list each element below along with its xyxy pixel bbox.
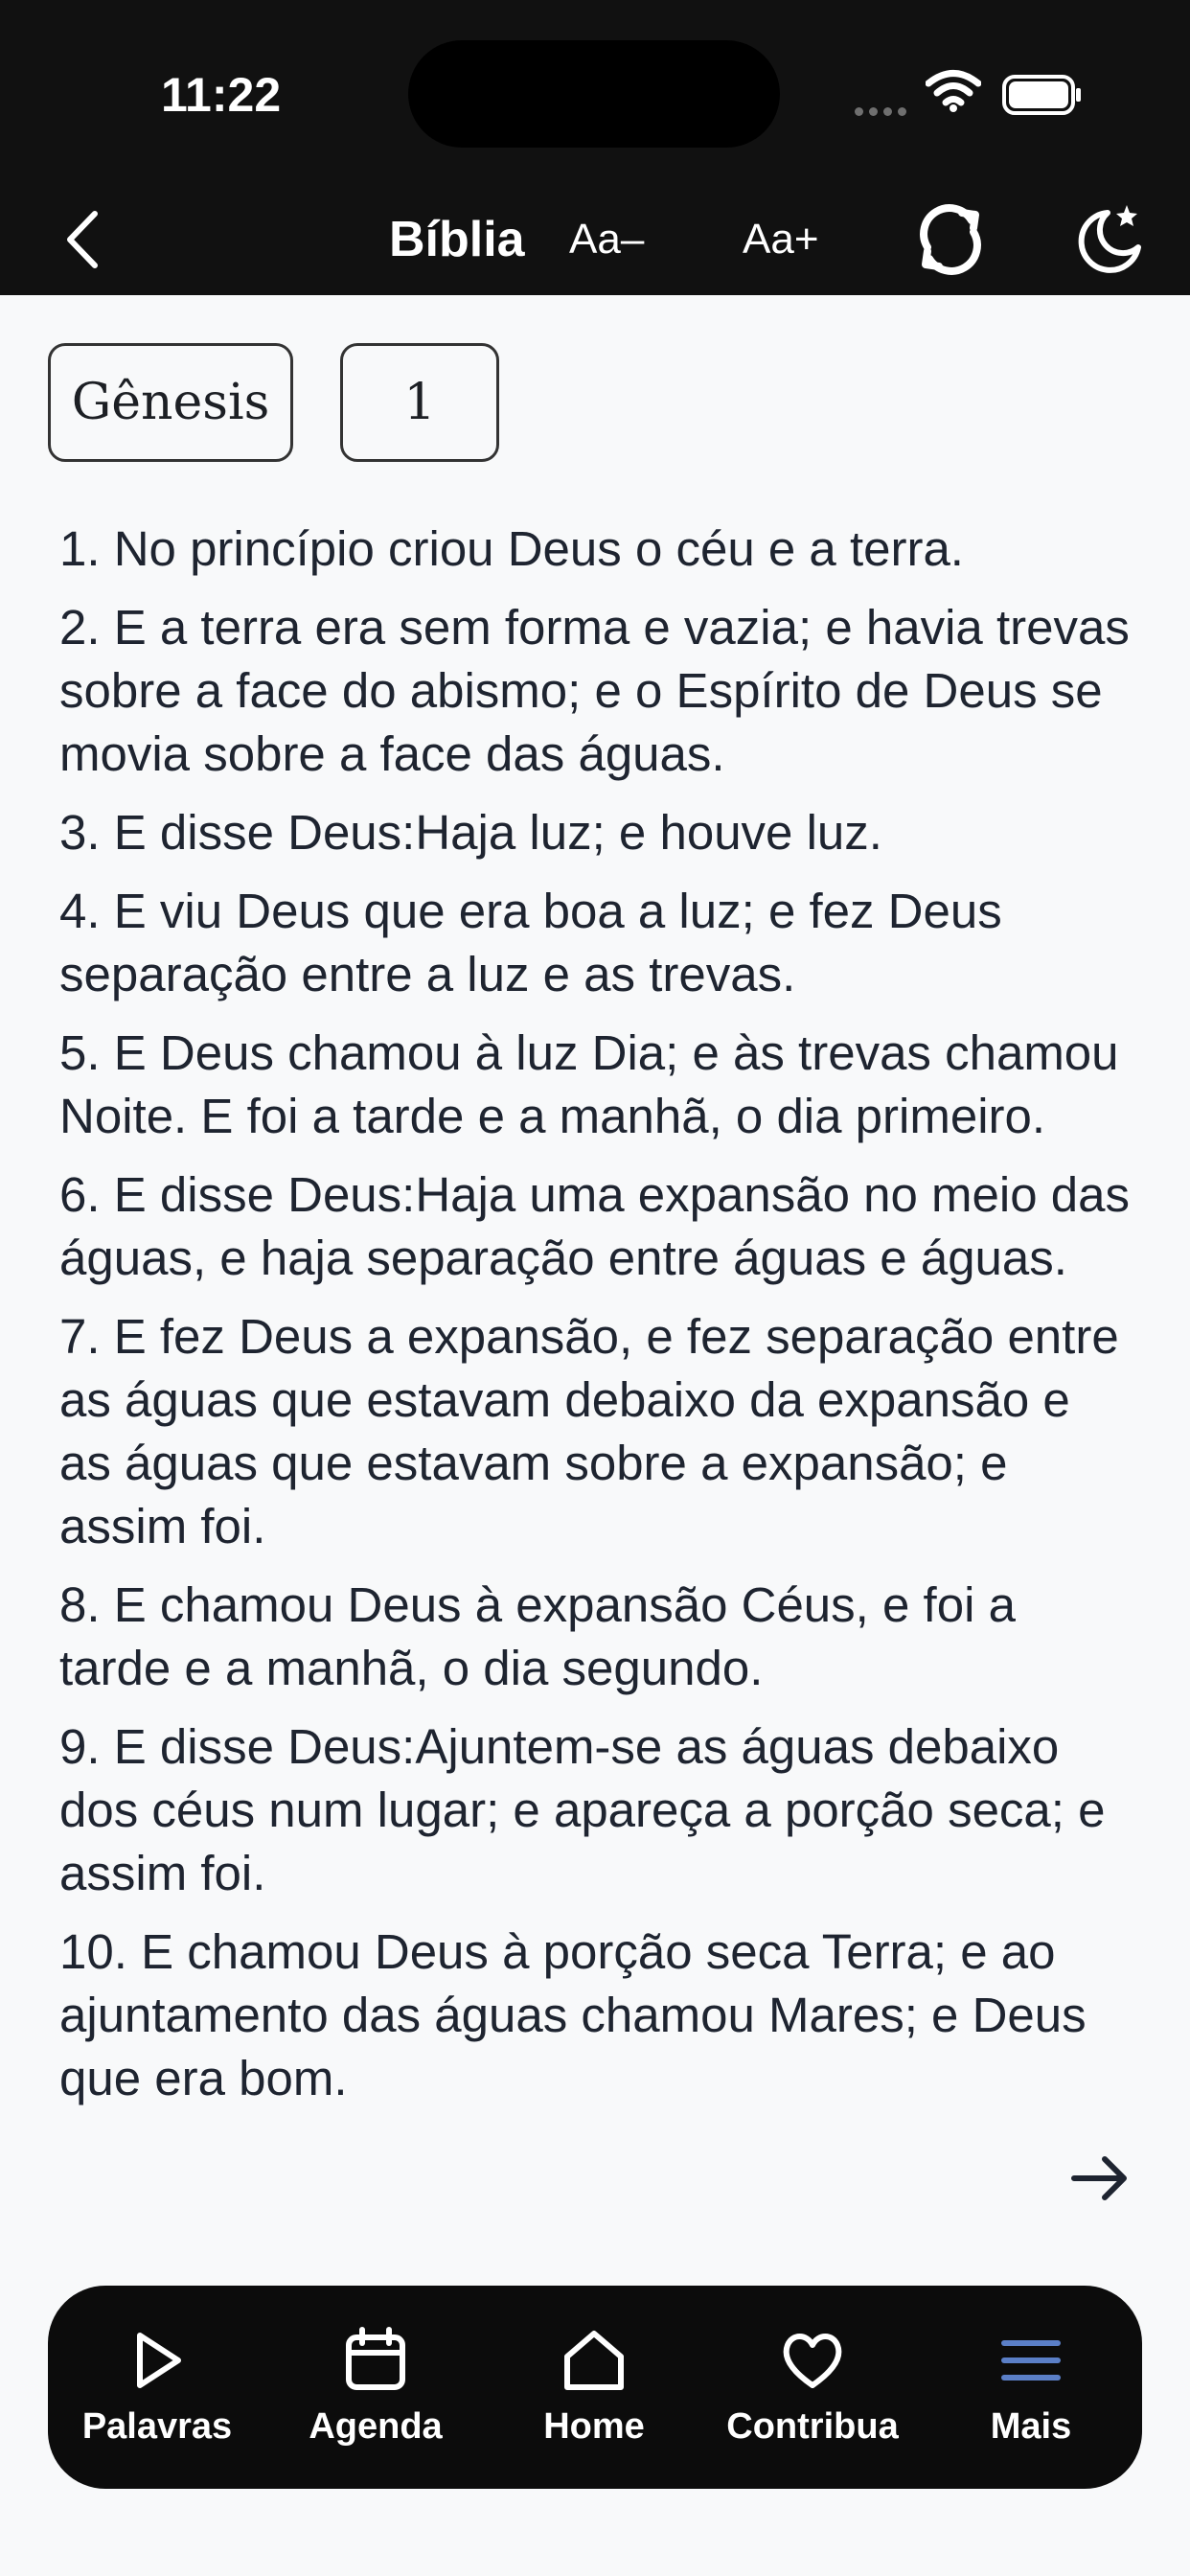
- font-increase-button[interactable]: Aa+: [743, 201, 819, 278]
- heart-icon: [783, 2334, 842, 2388]
- nav-label: Agenda: [309, 2406, 443, 2447]
- book-selector[interactable]: Gênesis: [48, 343, 293, 462]
- calendar-icon: [346, 2327, 405, 2390]
- night-mode-icon[interactable]: [1071, 197, 1152, 278]
- nav-mais[interactable]: Mais: [935, 2286, 1127, 2489]
- verse-item: 7. E fez Deus a expansão, e fez separaçã…: [59, 1309, 1119, 1553]
- wifi-icon: [926, 70, 981, 112]
- next-chapter-arrow-icon[interactable]: [1068, 2147, 1132, 2210]
- app-bar: Bíblia Aa– Aa+: [0, 182, 1190, 295]
- nav-home[interactable]: Home: [498, 2286, 690, 2489]
- nav-contribua[interactable]: Contribua: [717, 2286, 908, 2489]
- nav-label: Home: [543, 2406, 645, 2447]
- menu-icon: [1001, 2340, 1061, 2380]
- chapter-selector[interactable]: 1: [340, 343, 499, 462]
- verse-item: 10. E chamou Deus à porção seca Terra; e…: [59, 1924, 1087, 2105]
- verse-item: 3. E disse Deus:Haja luz; e houve luz.: [59, 805, 882, 860]
- sync-icon[interactable]: [910, 199, 991, 280]
- nav-palavras[interactable]: Palavras: [61, 2286, 253, 2489]
- nav-label: Palavras: [81, 2406, 233, 2447]
- chevron-left-icon: [67, 211, 98, 268]
- nav-label: Mais: [990, 2406, 1072, 2447]
- verse-item: 5. E Deus chamou à luz Dia; e às trevas …: [59, 1025, 1119, 1143]
- cellular-signal-icon: [855, 104, 912, 121]
- nav-agenda[interactable]: Agenda: [280, 2286, 471, 2489]
- nav-label: Contribua: [726, 2406, 899, 2447]
- verse-item: 4. E viu Deus que era boa a luz; e fez D…: [59, 884, 1002, 1001]
- verse-item: 2. E a terra era sem forma e vazia; e ha…: [59, 600, 1130, 781]
- page-title: Bíblia: [389, 212, 525, 267]
- verse-item: 8. E chamou Deus à expansão Céus, e foi …: [59, 1577, 1016, 1695]
- dynamic-island: [408, 40, 780, 148]
- home-icon: [564, 2331, 624, 2390]
- bottom-nav: Palavras Agenda Home Contribua Mais: [48, 2286, 1142, 2489]
- verse-list[interactable]: 1. No princípio criou Deus o céu e a ter…: [59, 518, 1133, 2257]
- play-icon: [137, 2333, 181, 2388]
- status-bar: 11:22: [0, 0, 1190, 182]
- verse-item: 9. E disse Deus:Ajuntem-se as águas deba…: [59, 1719, 1106, 1900]
- status-time: 11:22: [161, 68, 282, 122]
- battery-icon: [1002, 75, 1081, 115]
- verse-item: 6. E disse Deus:Haja uma expansão no mei…: [59, 1167, 1130, 1285]
- back-button[interactable]: [44, 201, 121, 278]
- verse-item: 1. No princípio criou Deus o céu e a ter…: [59, 521, 964, 576]
- font-decrease-button[interactable]: Aa–: [569, 201, 644, 278]
